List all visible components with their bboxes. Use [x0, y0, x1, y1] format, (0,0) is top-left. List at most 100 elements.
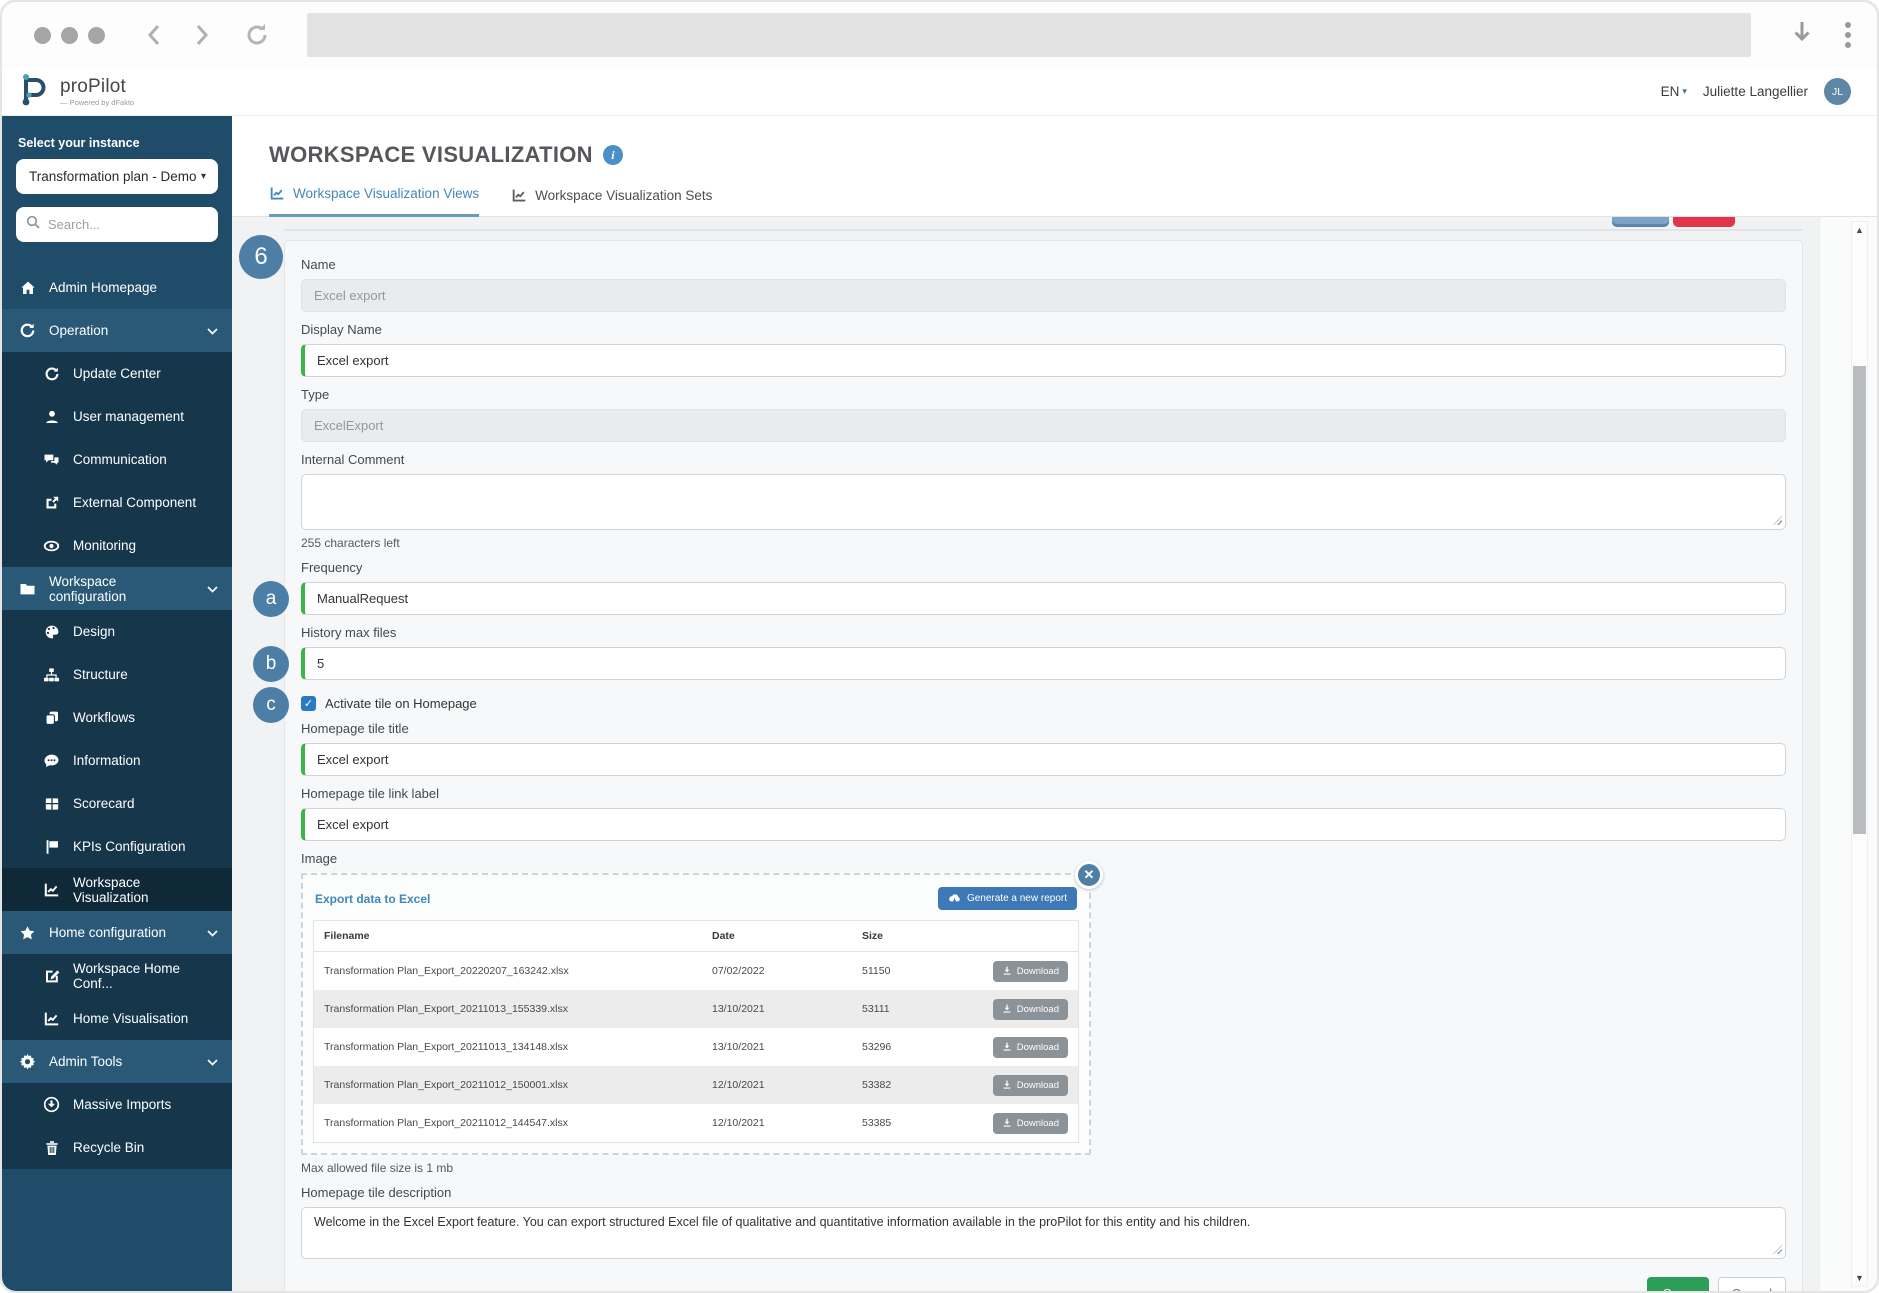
sidebar-item-workspace-home-conf[interactable]: Workspace Home Conf...: [2, 954, 232, 997]
download-button: Download: [993, 999, 1068, 1020]
sidebar-item-user-management[interactable]: User management: [2, 395, 232, 438]
download-button: Download: [993, 1037, 1068, 1058]
download-icon: [1002, 1118, 1012, 1128]
tab-workspace-visualization-views[interactable]: Workspace Visualization Views: [269, 186, 479, 217]
image-dropzone[interactable]: ✕ Export data to Excel Generate a new re…: [301, 873, 1091, 1155]
table-row: Transformation Plan_Export_20211013_1553…: [314, 990, 1078, 1028]
sidebar-group-home-configuration[interactable]: Home configuration: [2, 911, 232, 954]
sidebar-item-information[interactable]: Information: [2, 739, 232, 782]
download-button: Download: [993, 1075, 1068, 1096]
step-badge-a: a: [253, 581, 289, 617]
window-control-dots: [34, 27, 105, 44]
scrollbar-track[interactable]: [1852, 238, 1867, 1270]
download-icon: [1002, 1042, 1012, 1052]
table-row: Transformation Plan_Export_20211013_1341…: [314, 1028, 1078, 1066]
instance-select[interactable]: Transformation plan - Demo ▾: [16, 159, 218, 194]
clipped-primary-button[interactable]: [1612, 217, 1669, 227]
import-circle-icon: [43, 1096, 60, 1113]
cancel-button[interactable]: Cancel: [1718, 1277, 1786, 1293]
language-selector[interactable]: EN ▾: [1661, 84, 1687, 99]
homepage-tile-description-field[interactable]: Welcome in the Excel Export feature. You…: [301, 1207, 1786, 1259]
sidebar-group-workspace-configuration[interactable]: Workspace configuration: [2, 567, 232, 610]
download-button: Download: [993, 961, 1068, 982]
sidebar-item-communication[interactable]: Communication: [2, 438, 232, 481]
search-icon: [26, 215, 40, 234]
chevron-down-icon: [207, 323, 218, 338]
window-dot: [88, 27, 105, 44]
propilot-logo: proPilot — Powered by dFakto: [16, 70, 134, 113]
download-icon: [1002, 1080, 1012, 1090]
activate-tile-checkbox[interactable]: ✓: [301, 696, 316, 711]
sidebar-item-recycle-bin[interactable]: Recycle Bin: [2, 1126, 232, 1169]
sidebar-item-home-visualisation[interactable]: Home Visualisation: [2, 997, 232, 1040]
column-size: Size: [852, 921, 970, 951]
sidebar-item-admin-homepage[interactable]: Admin Homepage: [2, 266, 232, 309]
table-icon: [43, 796, 60, 812]
eye-icon: [43, 538, 60, 554]
star-icon: [19, 925, 36, 941]
scroll-gutter: [1819, 217, 1877, 1293]
homepage-tile-title-field[interactable]: [301, 743, 1786, 776]
panel-divider: [284, 229, 1803, 231]
sidebar: Select your instance Transformation plan…: [2, 116, 232, 1293]
save-button[interactable]: Save: [1647, 1277, 1709, 1293]
view-edit-panel: 6 Name Display Name Type Internal Commen…: [284, 240, 1803, 1293]
user-name[interactable]: Juliette Langellier: [1703, 84, 1808, 99]
url-bar[interactable]: [307, 13, 1751, 57]
clipped-danger-button[interactable]: [1673, 217, 1735, 227]
app-header: proPilot — Powered by dFakto EN ▾ Juliet…: [2, 68, 1877, 116]
frequency-field[interactable]: [301, 582, 1786, 615]
info-icon[interactable]: i: [603, 145, 623, 165]
logo-title: proPilot: [60, 77, 134, 96]
generate-report-button: Generate a new report: [938, 887, 1077, 910]
name-field: [301, 279, 1786, 312]
palette-icon: [43, 624, 60, 640]
browser-menu-icon[interactable]: [1845, 22, 1851, 48]
history-max-files-field[interactable]: [301, 647, 1786, 680]
sidebar-item-workflows[interactable]: Workflows: [2, 696, 232, 739]
scroll-down-arrow[interactable]: ▼: [1855, 1270, 1864, 1286]
remove-image-button[interactable]: ✕: [1075, 861, 1103, 889]
avatar[interactable]: JL: [1824, 78, 1851, 105]
line-chart-icon: [43, 882, 60, 898]
refresh-icon[interactable]: [243, 20, 271, 50]
sidebar-item-design[interactable]: Design: [2, 610, 232, 653]
back-icon[interactable]: [143, 20, 165, 50]
scrollbar[interactable]: ▲ ▼: [1851, 221, 1868, 1287]
sidebar-search[interactable]: [16, 207, 218, 242]
homepage-tile-title-label: Homepage tile title: [301, 721, 1786, 736]
sidebar-item-monitoring[interactable]: Monitoring: [2, 524, 232, 567]
characters-left-hint: 255 characters left: [301, 536, 1786, 550]
internal-comment-field[interactable]: [301, 474, 1786, 530]
download-icon: [1002, 966, 1012, 976]
sidebar-item-massive-imports[interactable]: Massive Imports: [2, 1083, 232, 1126]
propilot-logo-icon: [16, 70, 52, 113]
search-input[interactable]: [48, 217, 224, 232]
scroll-up-arrow[interactable]: ▲: [1855, 222, 1864, 238]
history-max-files-label: History max files: [301, 625, 1786, 640]
image-card-title: Export data to Excel: [315, 892, 430, 906]
sync-icon: [43, 366, 60, 382]
caret-down-icon: ▾: [1682, 86, 1687, 97]
download-icon[interactable]: [1791, 19, 1813, 52]
forward-icon[interactable]: [191, 20, 213, 50]
sidebar-item-scorecard[interactable]: Scorecard: [2, 782, 232, 825]
display-name-field[interactable]: [301, 344, 1786, 377]
gear-icon: [19, 1053, 36, 1070]
sidebar-item-workspace-visualization[interactable]: Workspace Visualization: [2, 868, 232, 911]
window-dot: [34, 27, 51, 44]
sidebar-item-update-center[interactable]: Update Center: [2, 352, 232, 395]
line-chart-icon: [269, 186, 285, 201]
sidebar-item-structure[interactable]: Structure: [2, 653, 232, 696]
sidebar-item-kpis-configuration[interactable]: KPIs Configuration: [2, 825, 232, 868]
display-name-label: Display Name: [301, 322, 1786, 337]
homepage-tile-link-label-field[interactable]: [301, 808, 1786, 841]
sidebar-group-operation[interactable]: Operation: [2, 309, 232, 352]
sidebar-group-admin-tools[interactable]: Admin Tools: [2, 1040, 232, 1083]
scrollbar-thumb[interactable]: [1853, 366, 1866, 834]
sidebar-item-external-component[interactable]: External Component: [2, 481, 232, 524]
download-button: Download: [993, 1113, 1068, 1134]
tab-workspace-visualization-sets[interactable]: Workspace Visualization Sets: [511, 186, 712, 217]
edit-icon: [43, 968, 60, 984]
column-filename: Filename: [314, 921, 702, 951]
